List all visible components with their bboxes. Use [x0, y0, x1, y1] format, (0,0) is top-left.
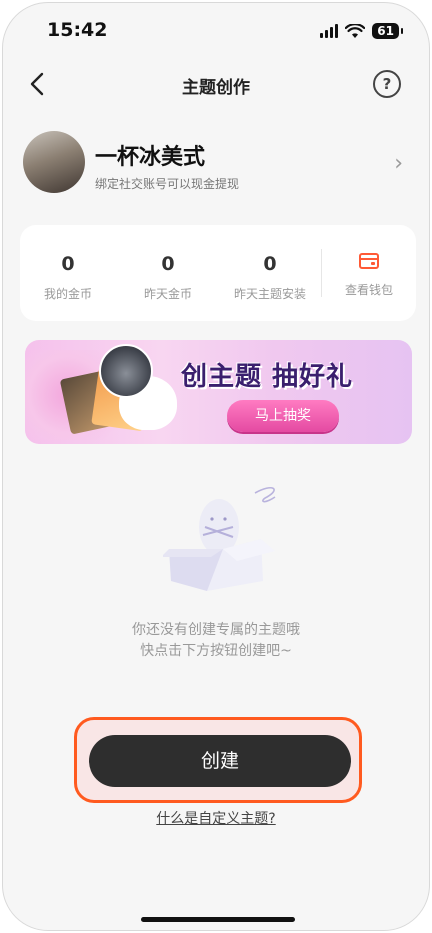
wifi-icon: [345, 23, 366, 38]
banner-headline: 创主题 抽好礼: [181, 362, 354, 392]
stats-panel: 0 我的金币 0 昨天金币 0 昨天主题安装 查看钱包: [20, 225, 416, 321]
nav-bar: 主题创作 ?: [3, 63, 429, 107]
wallet-icon: [359, 253, 379, 269]
home-indicator[interactable]: [141, 917, 295, 922]
profile-card[interactable]: 一杯冰美式 绑定社交账号可以现金提现 ›: [23, 131, 409, 197]
battery-icon: 61: [372, 23, 403, 39]
stat-value: 0: [61, 253, 75, 275]
create-button-highlight: 创建: [74, 717, 362, 803]
stat-value: 0: [263, 253, 277, 275]
status-icons: 61: [320, 23, 403, 39]
empty-line-2: 快点击下方按钮创建吧~: [140, 643, 292, 659]
stat-my-coins[interactable]: 0 我的金币: [20, 225, 116, 321]
empty-line-1: 你还没有创建专属的主题哦: [132, 622, 300, 638]
stat-label: 昨天主题安装: [233, 287, 306, 301]
avatar: [23, 131, 85, 193]
wallet-label: 查看钱包: [344, 283, 393, 297]
what-is-custom-theme-link[interactable]: 什么是自定义主题?: [3, 808, 429, 828]
view-wallet-button[interactable]: 查看钱包: [322, 225, 416, 321]
page-title: 主题创作: [182, 78, 250, 98]
stat-label: 我的金币: [43, 287, 92, 301]
promo-banner[interactable]: 创主题 抽好礼 马上抽奖: [25, 340, 412, 444]
empty-box-illustration: [163, 486, 276, 591]
profile-name: 一杯冰美式: [95, 145, 206, 170]
banner-draw-button[interactable]: 马上抽奖: [227, 400, 339, 432]
create-button[interactable]: 创建: [89, 735, 351, 787]
phone-screen: 15:42 61 主题创作 ? 一杯冰美式 绑定社交账号可以现金提现 › 0 我: [2, 2, 430, 931]
status-time: 15:42: [47, 19, 108, 41]
stat-value: 0: [161, 253, 175, 275]
status-bar: 15:42 61: [3, 17, 429, 45]
help-icon[interactable]: ?: [373, 70, 401, 98]
chevron-right-icon: ›: [394, 151, 403, 176]
empty-state-message: 你还没有创建专属的主题哦 快点击下方按钮创建吧~: [3, 620, 429, 662]
stat-yesterday-coins[interactable]: 0 昨天金币: [118, 225, 218, 321]
profile-subtitle: 绑定社交账号可以现金提现: [95, 177, 240, 191]
cellular-signal-icon: [320, 24, 339, 38]
stat-label: 昨天金币: [143, 287, 192, 301]
stat-yesterday-installs[interactable]: 0 昨天主题安装: [220, 225, 320, 321]
character-avatar-image: [99, 344, 153, 398]
